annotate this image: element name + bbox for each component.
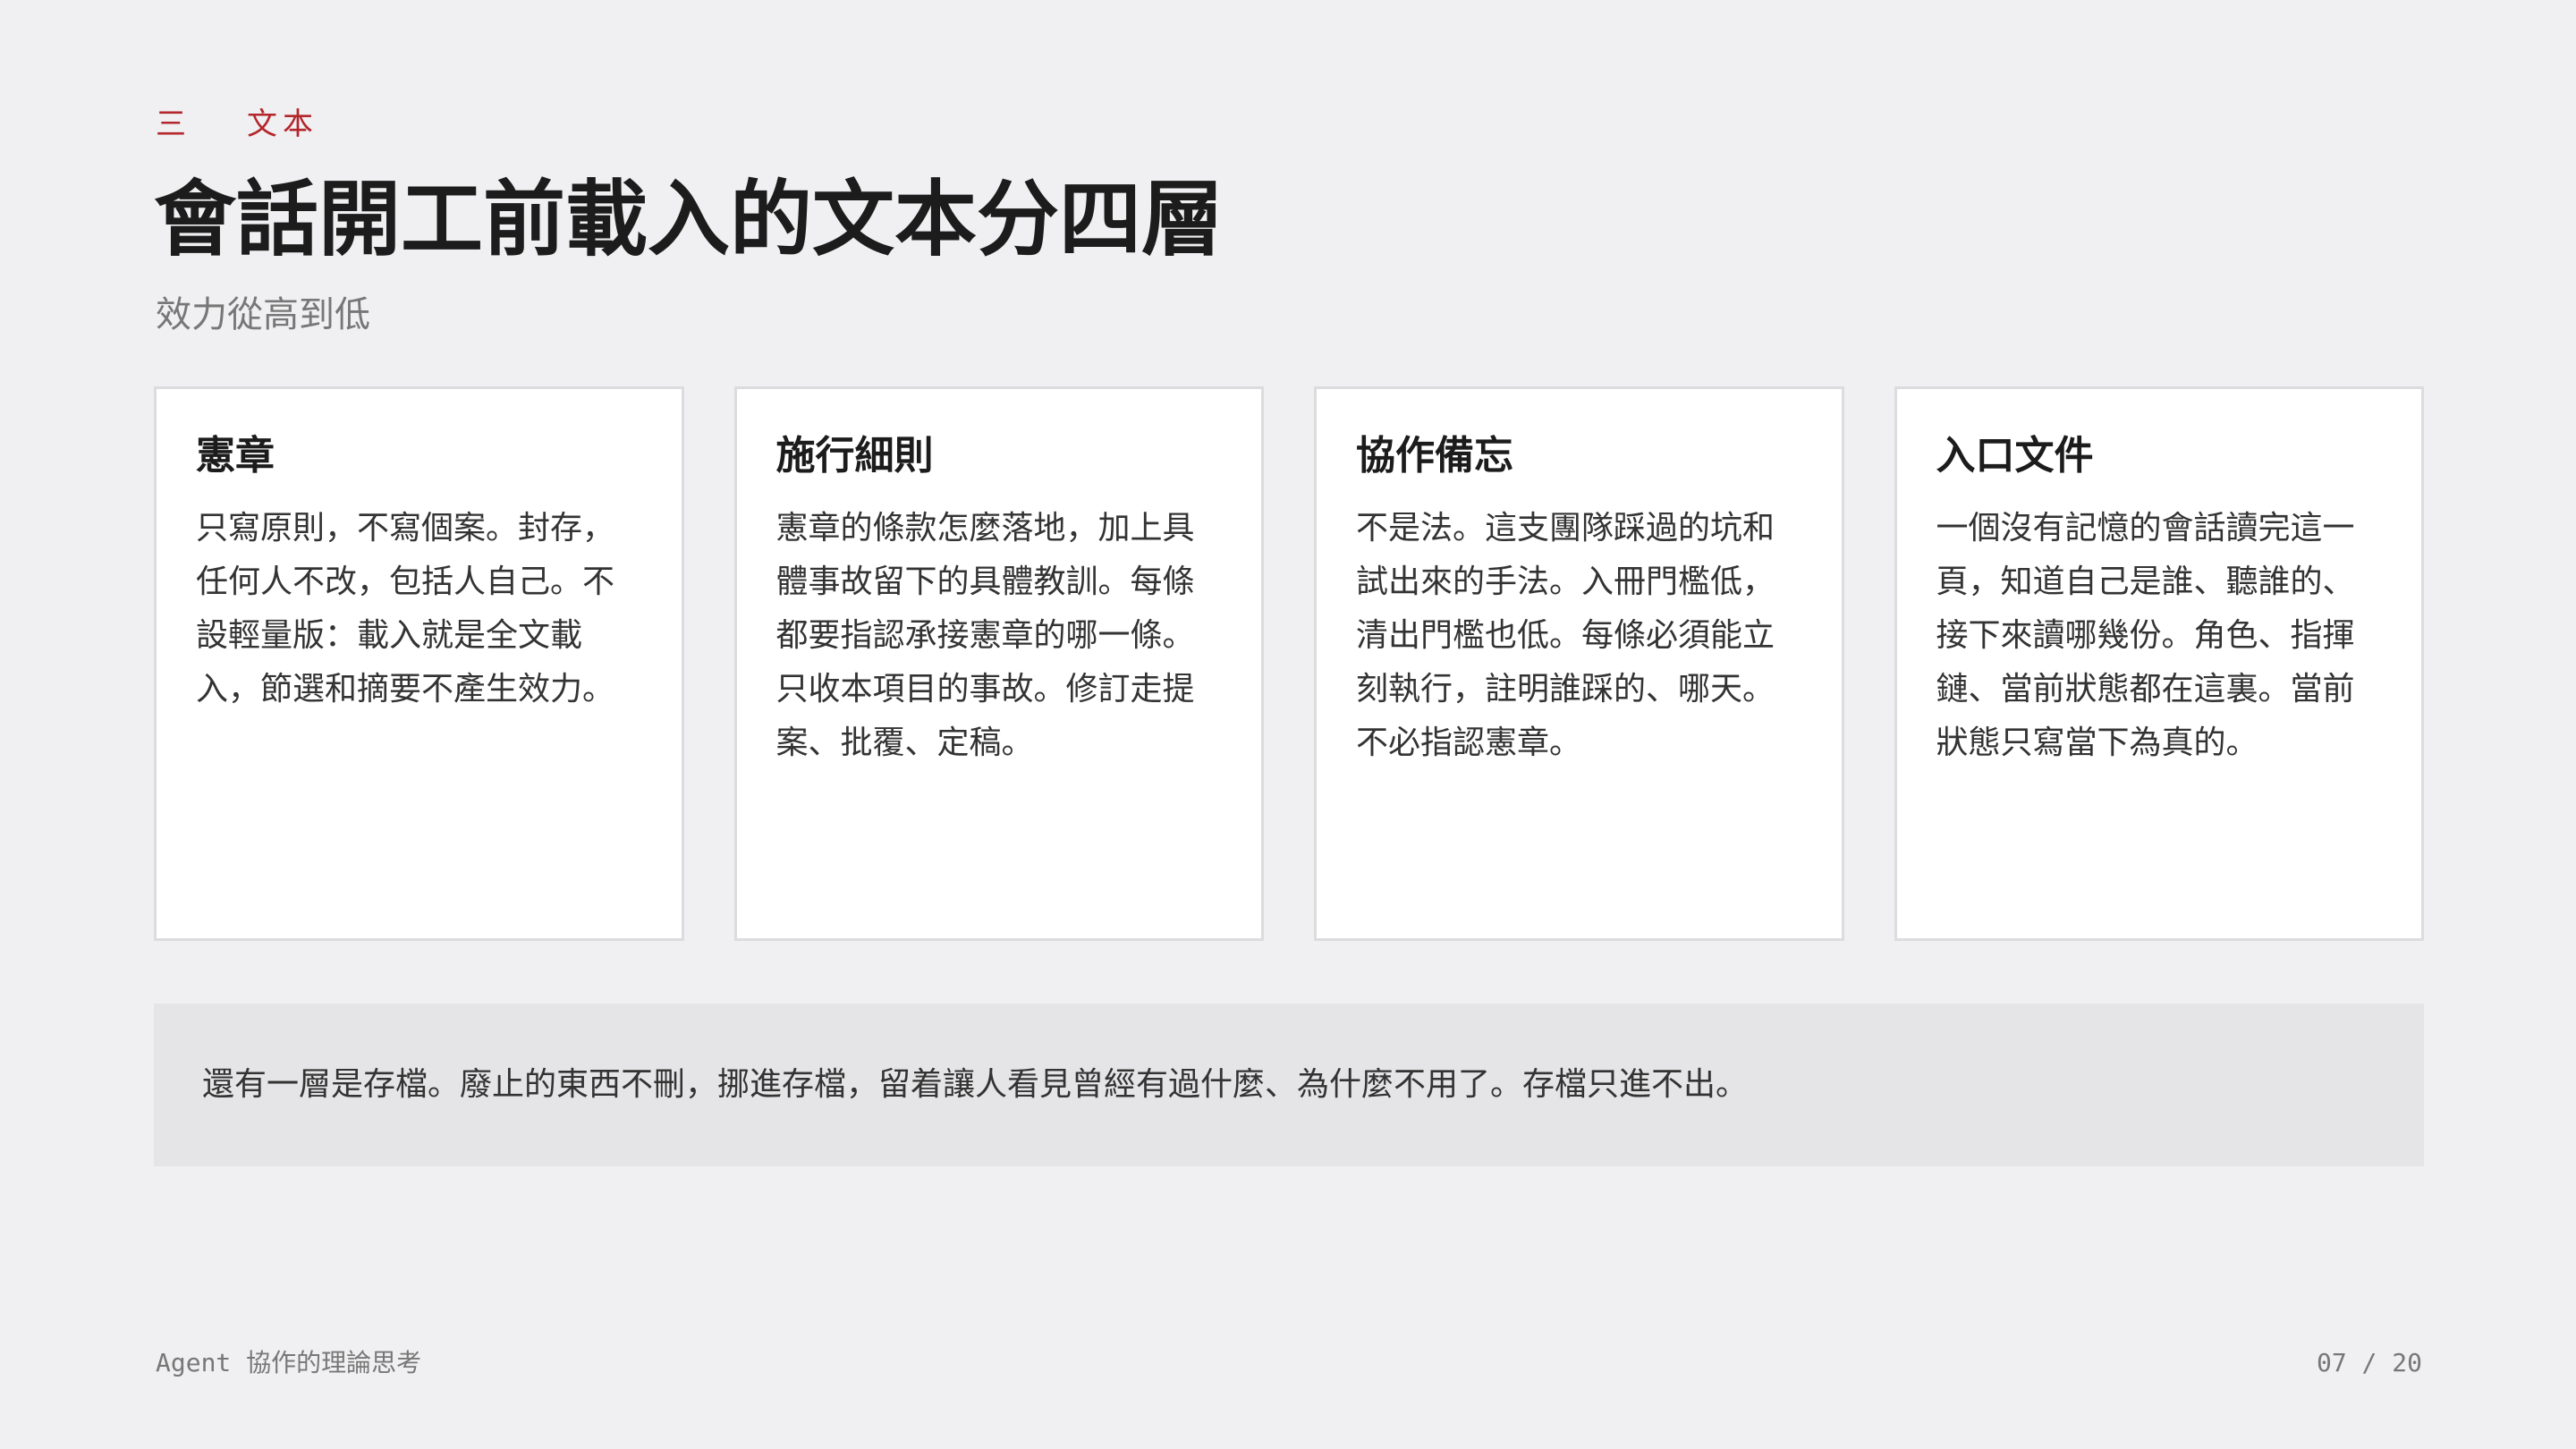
section-number: 三 <box>156 106 191 142</box>
layer-card-memo: 協作備忘 不是法。這支團隊踩過的坑和試出來的手法。入冊門檻低，清出門檻也低。每條… <box>1314 386 1844 941</box>
card-body: 只寫原則，不寫個案。封存，任何人不改，包括人自己。不設輕量版：載入就是全文載入，… <box>196 510 615 708</box>
footer-deck-title: Agent 協作的理論思考 <box>156 1348 422 1377</box>
card-body: 不是法。這支團隊踩過的坑和試出來的手法。入冊門檻低，清出門檻也低。每條必須能立刻… <box>1356 510 1775 761</box>
layer-card-entry: 入口文件 一個沒有記憶的會話讀完這一頁，知道自己是誰、聽誰的、接下來讀哪幾份。角… <box>1894 386 2424 941</box>
layer-card-rules: 施行細則 憲章的條款怎麼落地，加上具體事故留下的具體教訓。每條都要指認承接憲章的… <box>733 386 1264 941</box>
section-label: 三 文本 <box>156 100 318 148</box>
layer-cards: 憲章 只寫原則，不寫個案。封存，任何人不改，包括人自己。不設輕量版：載入就是全文… <box>154 386 2424 941</box>
card-title: 憲章 <box>196 433 275 479</box>
card-title: 協作備忘 <box>1356 433 1513 479</box>
card-body: 憲章的條款怎麼落地，加上具體事故留下的具體教訓。每條都要指認承接憲章的哪一條。只… <box>775 510 1195 761</box>
card-body: 一個沒有記憶的會話讀完這一頁，知道自己是誰、聽誰的、接下來讀哪幾份。角色、指揮鏈… <box>1936 510 2355 761</box>
page-title: 會話開工前載入的文本分四層 <box>154 172 1224 267</box>
page-subtitle: 效力從高到低 <box>156 294 370 335</box>
section-name: 文本 <box>247 106 318 142</box>
archive-note: 還有一層是存檔。廢止的東西不刪，挪進存檔，留着讓人看見曾經有過什麼、為什麼不用了… <box>154 1004 2424 1166</box>
card-title: 入口文件 <box>1936 433 2094 479</box>
archive-note-text: 還有一層是存檔。廢止的東西不刪，挪進存檔，留着讓人看見曾經有過什麼、為什麼不用了… <box>202 1066 1749 1103</box>
footer-page-indicator: 07 / 20 <box>2316 1348 2422 1377</box>
card-title: 施行細則 <box>775 433 934 479</box>
layer-card-charter: 憲章 只寫原則，不寫個案。封存，任何人不改，包括人自己。不設輕量版：載入就是全文… <box>154 386 684 941</box>
